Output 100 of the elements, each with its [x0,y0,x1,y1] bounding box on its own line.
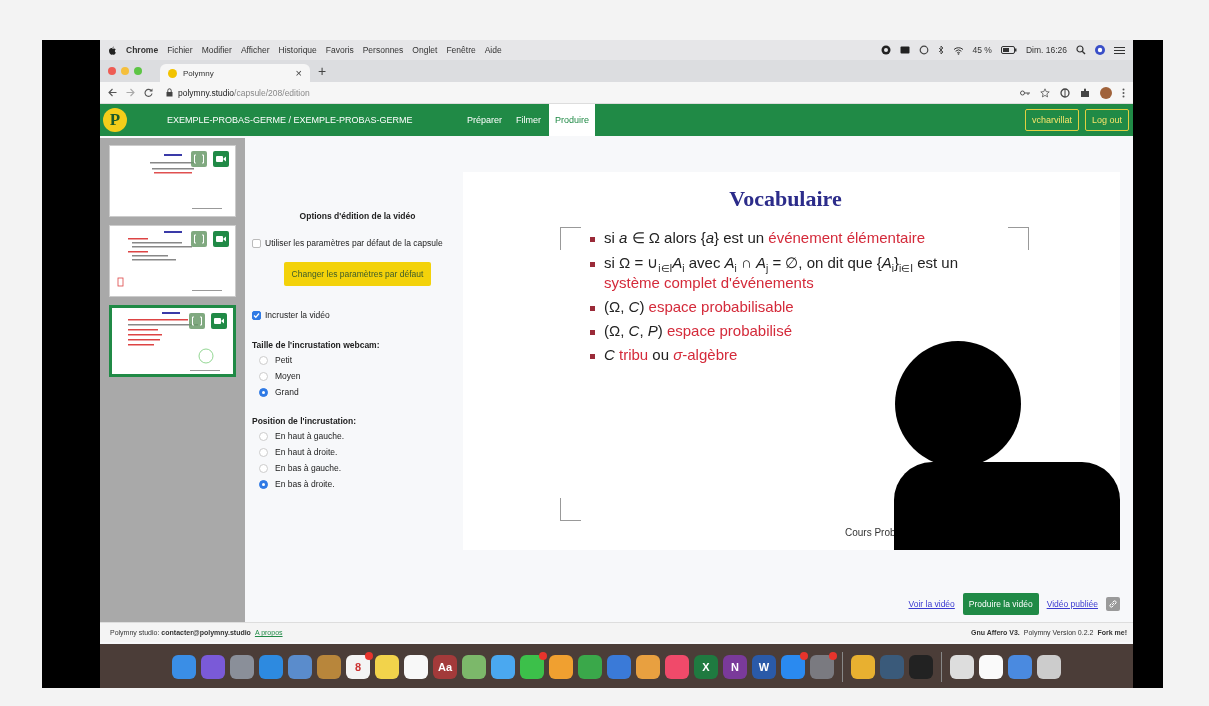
radio-label: Grand [275,387,299,397]
siri-icon[interactable] [1095,45,1105,55]
logout-button[interactable]: Log out [1084,109,1129,131]
menu-item[interactable]: Favoris [325,45,354,55]
nav-tab[interactable]: Filmer [510,104,547,136]
radio-button[interactable] [259,355,268,365]
radio-label: En bas à droite. [275,479,335,489]
camera-icon[interactable] [213,231,229,247]
notification-badge [365,652,373,660]
frame-corner [1008,227,1029,250]
extension-icon[interactable] [1060,87,1070,98]
app-icon[interactable] [491,655,515,679]
notification-badge [800,652,808,660]
bluetooth-icon[interactable] [937,45,944,55]
checkbox[interactable] [252,310,261,320]
slide-thumbnail[interactable] [109,225,236,297]
bullet-icon [590,306,595,311]
frame-corner [560,498,581,521]
logo[interactable]: P [103,108,127,132]
app-icon[interactable]: W [752,655,776,679]
radio-label: Moyen [275,371,301,381]
sync-icon[interactable] [918,45,929,55]
section-heading: Taille de l'incrustation webcam: [252,340,381,350]
frame-icon[interactable] [191,231,207,247]
frame-corner [560,227,581,250]
avatar-icon[interactable] [1100,86,1112,99]
highlighted-term: σ-algèbre [673,346,738,363]
screen-icon[interactable] [899,45,910,55]
back-icon[interactable] [108,88,117,97]
puzzle-icon[interactable] [1080,87,1090,98]
battery-icon[interactable] [1000,46,1017,54]
close-tab-button[interactable]: × [295,67,302,79]
menu-item[interactable]: Modifier [201,45,232,55]
radio-button[interactable] [259,447,268,457]
key-icon[interactable] [1020,88,1030,97]
notification-badge [539,652,547,660]
app-menu[interactable]: Chrome [126,45,159,55]
app-icon[interactable]: Aa [433,655,457,679]
menu-item[interactable]: Afficher [240,45,270,55]
bullet-text: C [604,346,616,363]
radio-button[interactable] [259,387,268,397]
app-icon[interactable] [1037,655,1061,679]
checkbox-label: Incruster la vidéo [265,310,330,320]
checkbox[interactable] [252,238,261,248]
menu-item[interactable]: Personnes [362,45,404,55]
view-video-link[interactable]: Voir la vidéo [908,599,955,609]
highlighted-term: événement élémentaire [768,229,926,246]
menu-item[interactable]: Fichier [167,45,193,55]
radio-button[interactable] [259,371,268,381]
star-icon[interactable] [1040,87,1050,98]
app-icon[interactable] [404,655,428,679]
notification-badge [829,652,837,660]
app-icon[interactable] [851,655,875,679]
radio-button[interactable] [259,431,268,441]
bullet-icon [590,354,595,359]
menu-item[interactable]: Onglet [412,45,438,55]
published-video-link[interactable]: Vidéo publiée [1046,599,1098,609]
menu-item[interactable]: Fenêtre [446,45,476,55]
app-icon[interactable] [549,655,573,679]
change-defaults-button[interactable]: Changer les paramètres par défaut [283,262,432,286]
copy-link-button[interactable] [1106,597,1120,611]
app-icon[interactable]: N [723,655,747,679]
more-icon[interactable] [1122,87,1125,98]
camera-icon[interactable] [211,313,227,329]
radio-button[interactable] [259,463,268,473]
produce-video-button[interactable]: Produire la vidéo [962,593,1039,615]
frame-icon[interactable] [189,313,205,329]
app-icon[interactable] [375,655,399,679]
app-icon[interactable] [636,655,660,679]
forward-icon[interactable] [126,88,135,97]
checkbox-label: Utiliser les paramètres par défaut de la capsule [265,238,443,248]
nav-tab[interactable]: Produire [549,104,596,136]
frame-icon[interactable] [191,151,207,167]
menu-icon[interactable] [1114,45,1125,55]
app-icon[interactable] [950,655,974,679]
radio-label: Petit [275,355,292,365]
camera-icon[interactable] [213,151,229,167]
slide-thumbnail[interactable] [109,145,236,217]
app-icon[interactable] [979,655,1003,679]
bullet-text: (Ω, C) [604,298,646,315]
reload-icon[interactable] [144,88,153,97]
menu-item[interactable]: Historique [278,45,317,55]
search-icon[interactable] [1076,45,1086,55]
radio-button[interactable] [259,479,268,489]
favicon-icon [168,68,177,78]
app-icon[interactable] [520,655,544,679]
bullet-text: si a ∈ Ω alors {a} est un [604,229,766,246]
user-button[interactable]: vcharvillat [1024,109,1079,131]
new-tab-button[interactable]: + [318,63,327,79]
app-icon[interactable]: X [694,655,718,679]
highlighted-term: espace probabilisé [666,322,792,339]
menubar-clock[interactable]: Dim. 16:26 [1025,45,1067,55]
wifi-icon[interactable] [952,45,964,55]
browser-tab[interactable]: Polymny × [160,64,310,82]
app-icon[interactable] [462,655,486,679]
nav-tab[interactable]: Préparer [461,104,508,136]
app-icon[interactable]: 8 [346,655,370,679]
record-icon[interactable] [880,45,891,55]
highlighted-term: espace probabilisable [648,298,794,315]
menu-item[interactable]: Aide [484,45,502,55]
